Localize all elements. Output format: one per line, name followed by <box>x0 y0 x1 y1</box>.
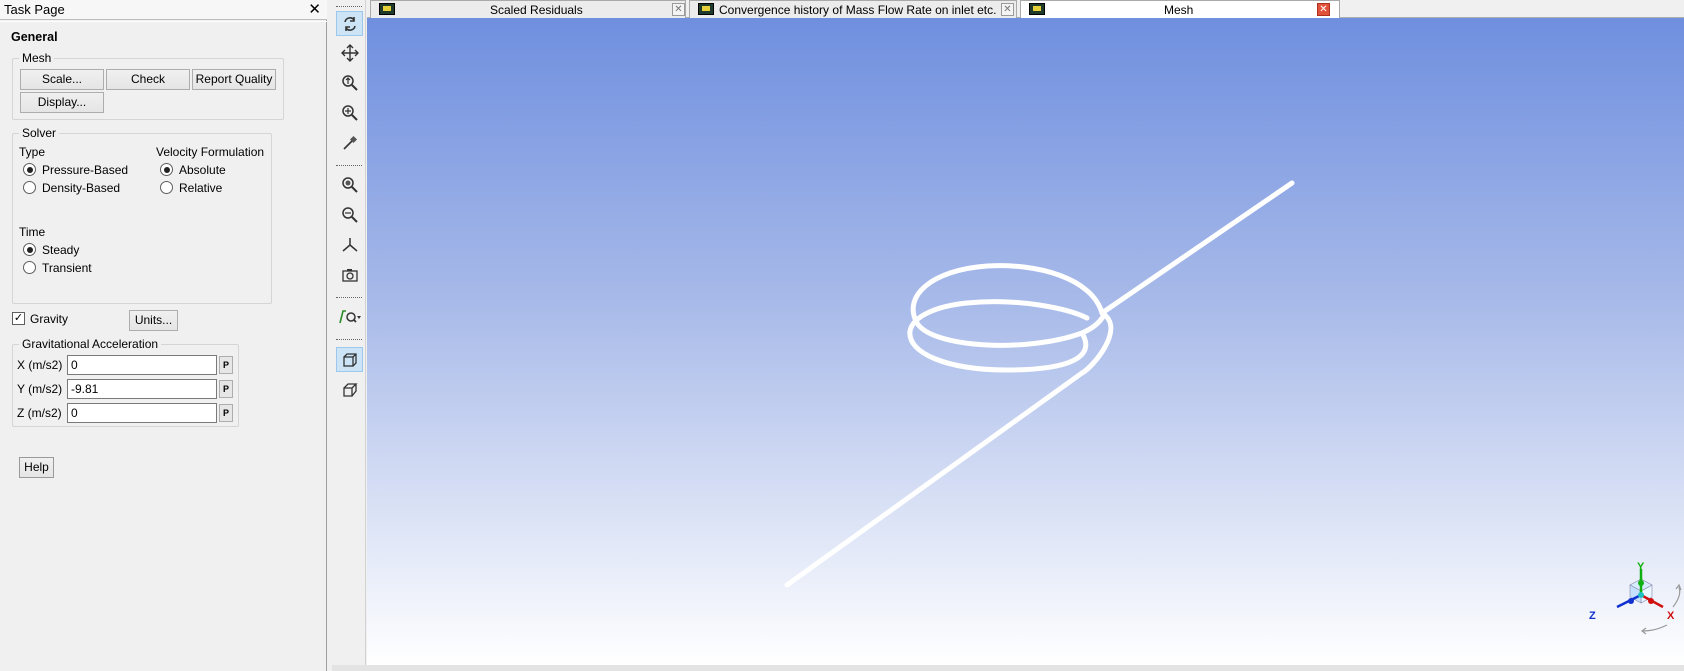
z-accel-label: Z (m/s2) <box>17 406 62 420</box>
probe-icon[interactable] <box>336 130 363 155</box>
x-accel-input[interactable]: 0 <box>67 355 217 375</box>
task-page-panel: Task Page ✕ General Mesh Scale... Check … <box>0 0 327 671</box>
check-button[interactable]: Check <box>106 69 190 90</box>
axes-icon[interactable] <box>336 232 363 257</box>
divider <box>0 21 327 22</box>
graphics-toolbar <box>332 0 366 671</box>
z-axis-label: Z <box>1589 610 1596 622</box>
type-label: Type <box>19 145 46 159</box>
solver-group-label: Solver <box>22 126 57 140</box>
pressure-based-label: Pressure-Based <box>42 163 129 177</box>
z-accel-input[interactable]: 0 <box>67 403 217 423</box>
gravity-checkbox[interactable]: ✓ <box>12 312 25 325</box>
gravity-label: Gravity <box>30 312 69 326</box>
x-accel-parameter-button[interactable]: P <box>219 356 233 374</box>
tab-label: Convergence history of Mass Flow Rate on… <box>719 3 997 17</box>
mesh-view <box>784 180 1295 588</box>
steady-radio[interactable] <box>23 243 36 256</box>
mesh-group-label: Mesh <box>22 51 52 65</box>
time-label: Time <box>19 225 46 239</box>
display-button[interactable]: Display... <box>20 92 104 113</box>
toolbar-separator <box>336 165 362 166</box>
z-accel-parameter-button[interactable]: P <box>219 404 233 422</box>
task-page-title: Task Page <box>4 2 65 17</box>
orthographic-view-icon[interactable] <box>336 347 363 372</box>
rotate-icon[interactable] <box>336 11 363 36</box>
steady-label: Steady <box>42 243 80 257</box>
density-based-label: Density-Based <box>42 181 121 195</box>
y-accel-input[interactable]: -9.81 <box>67 379 217 399</box>
axis-triad <box>1616 569 1682 635</box>
tab-label: Scaled Residuals <box>490 3 583 17</box>
transient-radio[interactable] <box>23 261 36 274</box>
tab-convergence-history[interactable]: Convergence history of Mass Flow Rate on… <box>689 0 1017 18</box>
task-page-titlebar: Task Page ✕ <box>0 0 327 20</box>
gravitational-acceleration-label: Gravitational Acceleration <box>22 337 159 351</box>
graphics-viewport[interactable]: Y X Z <box>367 18 1684 665</box>
help-button[interactable]: Help <box>19 457 54 478</box>
density-based-radio[interactable] <box>23 181 36 194</box>
pressure-based-radio[interactable] <box>23 163 36 176</box>
viewport-bottom-border <box>332 665 1684 671</box>
close-icon[interactable]: ✕ <box>672 3 685 16</box>
tab-scaled-residuals[interactable]: Scaled Residuals ✕ <box>370 0 686 18</box>
y-accel-label: Y (m/s2) <box>17 382 63 396</box>
toolbar-separator <box>336 297 362 298</box>
page-heading: General <box>11 30 58 44</box>
relative-radio[interactable] <box>160 181 173 194</box>
y-axis-label: Y <box>1637 561 1645 573</box>
x-axis-label: X <box>1667 610 1675 622</box>
helical-pipe-mesh <box>784 180 1295 588</box>
scale-button[interactable]: Scale... <box>20 69 104 90</box>
graphics-window-icon <box>698 3 714 15</box>
absolute-label: Absolute <box>179 163 226 177</box>
report-quality-button[interactable]: Report Quality <box>192 69 276 90</box>
zoom-in-icon[interactable] <box>336 100 363 125</box>
x-accel-label: X (m/s2) <box>17 358 63 372</box>
velocity-formulation-label: Velocity Formulation <box>156 145 265 159</box>
view-options-icon[interactable] <box>336 304 363 329</box>
zoom-icon[interactable] <box>336 70 363 95</box>
units-button[interactable]: Units... <box>129 310 178 331</box>
graphics-window-icon <box>379 3 395 15</box>
close-icon[interactable]: ✕ <box>1317 3 1330 16</box>
zoom-out-icon[interactable] <box>336 202 363 227</box>
pan-icon[interactable] <box>336 40 363 65</box>
toolbar-separator <box>336 339 362 340</box>
absolute-radio[interactable] <box>160 163 173 176</box>
toolbar-grip <box>336 6 362 7</box>
relative-label: Relative <box>179 181 223 195</box>
y-accel-parameter-button[interactable]: P <box>219 380 233 398</box>
tab-label: Mesh <box>1164 3 1194 17</box>
close-icon[interactable]: ✕ <box>308 0 321 18</box>
graphics-window-icon <box>1029 3 1045 15</box>
tab-mesh[interactable]: Mesh ✕ <box>1020 0 1340 19</box>
graphics-tab-bar: Scaled Residuals ✕ Convergence history o… <box>367 0 1684 19</box>
zoom-to-fit-icon[interactable] <box>336 172 363 197</box>
transient-label: Transient <box>42 261 92 275</box>
perspective-view-icon[interactable] <box>336 377 363 402</box>
snapshot-icon[interactable] <box>336 262 363 287</box>
close-icon[interactable]: ✕ <box>1001 3 1014 16</box>
